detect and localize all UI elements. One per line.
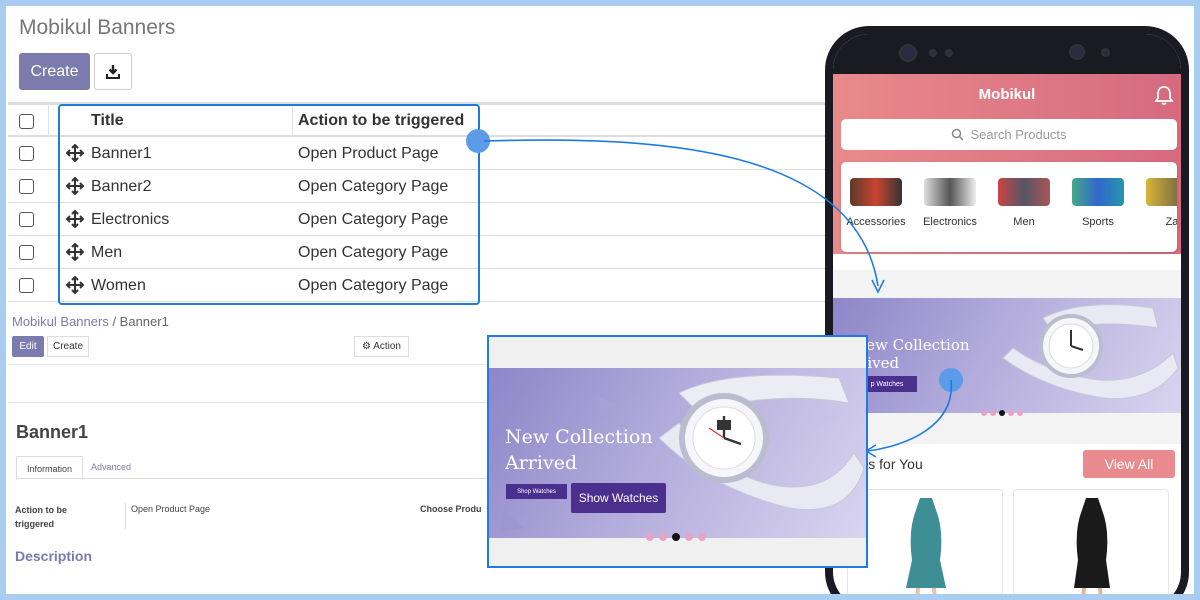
carousel-dot[interactable] (685, 533, 693, 541)
carousel-dot[interactable] (659, 533, 667, 541)
watch-image (658, 374, 865, 511)
show-watches-button[interactable]: Show Watches (571, 483, 666, 513)
popup-banner[interactable]: New Collection Arrived Shop Watches Show… (489, 368, 866, 538)
shop-watches-button[interactable]: Shop Watches (506, 484, 567, 499)
carousel-dot-active[interactable] (672, 533, 680, 541)
screenshot-frame: Mobikul Banners Create Title Action to b… (6, 6, 1194, 594)
popup-banner-dots (646, 533, 706, 541)
carousel-dot[interactable] (646, 533, 654, 541)
popup-banner-title-line1: New Collection (505, 426, 653, 448)
carousel-dot[interactable] (698, 533, 706, 541)
banner-preview-popup: New Collection Arrived Shop Watches Show… (487, 335, 868, 568)
popup-banner-title-line2: Arrived (505, 452, 578, 474)
popup-banner-title: New Collection Arrived (505, 424, 653, 476)
